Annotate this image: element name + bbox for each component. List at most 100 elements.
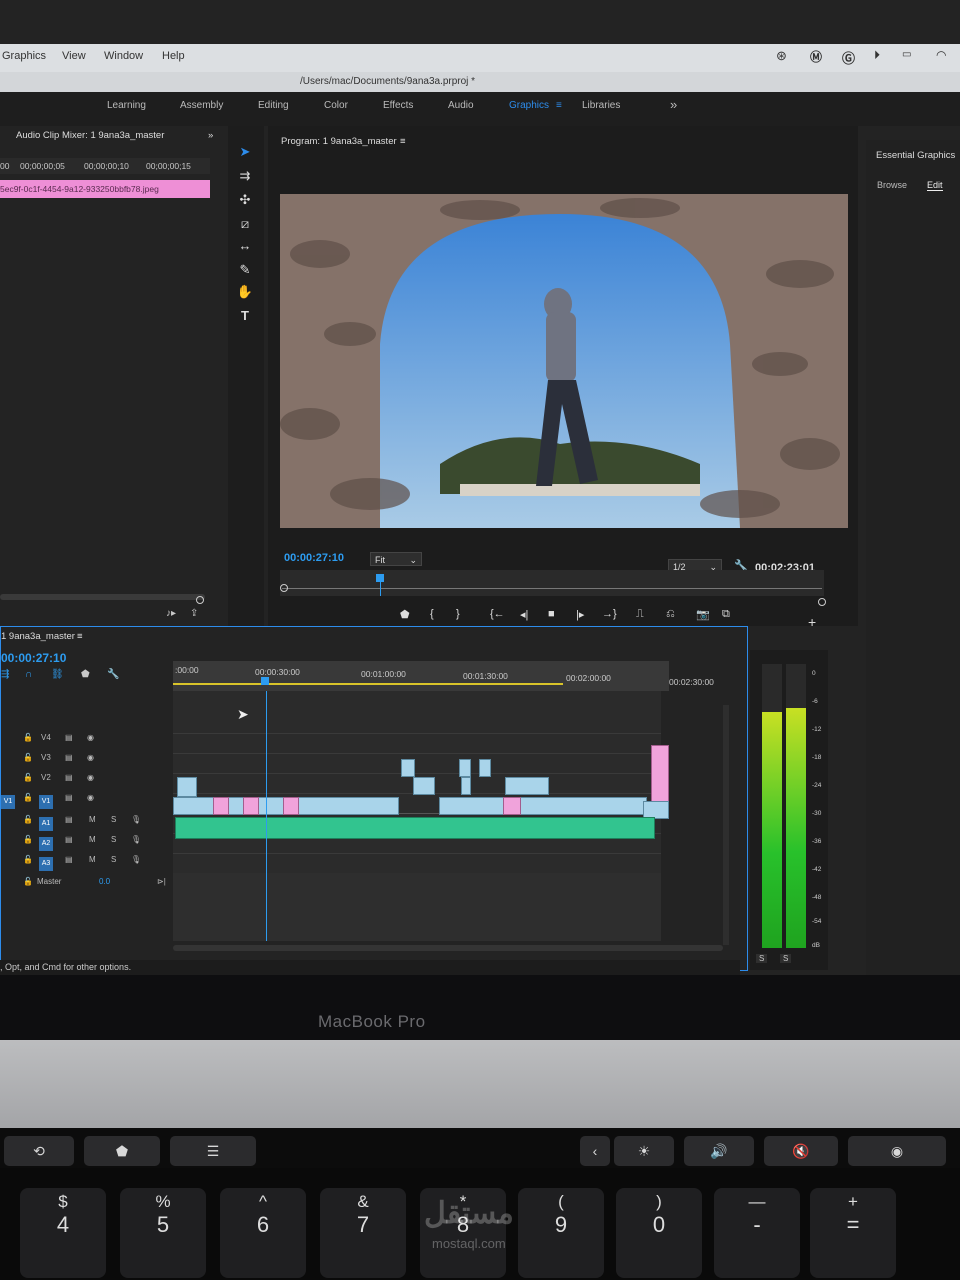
add-marker-icon[interactable]: ⬟ (400, 608, 410, 621)
sync-lock-icon[interactable]: ▤ (65, 733, 73, 742)
solo-left-button[interactable]: S (756, 954, 768, 963)
key-0[interactable]: ) 0 (616, 1188, 702, 1278)
sync-lock-icon[interactable]: ▤ (65, 773, 73, 782)
track-area[interactable] (173, 691, 669, 941)
current-timecode[interactable]: 00:00:27:10 (284, 552, 344, 564)
slip-tool-icon[interactable]: ↔ (234, 238, 256, 256)
lock-icon[interactable]: 🔓 (23, 815, 33, 824)
menu-graphics[interactable]: Graphics (2, 50, 46, 62)
lift-icon[interactable]: ⎍ (636, 608, 644, 621)
clip-v3[interactable] (459, 759, 471, 777)
wifi-icon[interactable]: ◠ (936, 48, 946, 62)
clip-v1[interactable] (439, 797, 647, 815)
track-select-tool-icon[interactable]: ⇉ (234, 168, 256, 186)
snap-icon[interactable]: ∩ (25, 669, 32, 680)
pen-tool-icon[interactable]: ✎ (234, 262, 256, 280)
lock-icon[interactable]: 🔓 (23, 793, 33, 802)
key-6[interactable]: ^ 6 (220, 1188, 306, 1278)
touchbar-key[interactable]: ⬟ (84, 1136, 160, 1166)
go-to-end-icon[interactable]: ⊳| (157, 877, 166, 886)
linked-selection-icon[interactable]: ⛓ (51, 669, 64, 680)
playhead-icon[interactable] (376, 574, 384, 582)
scroll-handle-icon[interactable] (196, 596, 204, 604)
track-target-a3[interactable]: A3 (39, 857, 53, 871)
lock-icon[interactable]: 🔓 (23, 877, 33, 886)
menu-window[interactable]: Window (104, 50, 143, 62)
track-target-a1[interactable]: A1 (39, 817, 53, 831)
source-patch-v1[interactable]: V1 (1, 795, 15, 809)
mixer-clip[interactable]: 5ec9f-0c1f-4454-9a12-933250bbfb78.jpeg (0, 180, 210, 198)
menu-help[interactable]: Help (162, 50, 185, 62)
touchbar-key[interactable]: 🔇 (764, 1136, 838, 1166)
master-volume-value[interactable]: 0.0 (99, 877, 110, 886)
solo-icon[interactable]: S (111, 815, 116, 824)
timeline-vertical-scrollbar[interactable] (723, 705, 729, 945)
audio-out-icon[interactable]: ♪▸ (166, 608, 176, 619)
sync-lock-icon[interactable]: ▤ (65, 835, 73, 844)
timeline-settings-icon[interactable]: 🔧 (107, 669, 119, 680)
program-monitor-title[interactable]: Program: 1 9ana3a_master (281, 136, 397, 147)
ripple-edit-tool-icon[interactable]: ✣ (234, 192, 256, 210)
step-back-icon[interactable]: ◂| (520, 608, 528, 621)
extract-icon[interactable]: ⎌ (666, 608, 675, 621)
workspace-color[interactable]: Color (324, 100, 348, 111)
mic-icon[interactable]: 🎙 (131, 815, 141, 824)
mixer-scrollbar[interactable] (0, 594, 205, 600)
tab-edit[interactable]: Edit (927, 180, 943, 191)
nest-toggle-icon[interactable]: ⇶ (1, 669, 9, 680)
creative-cloud-icon[interactable]: ⊛ (776, 48, 787, 64)
add-button-icon[interactable]: + (808, 614, 816, 630)
key-5[interactable]: % 5 (120, 1188, 206, 1278)
clip-v1-graphic[interactable] (213, 797, 229, 815)
menu-view[interactable]: View (62, 50, 86, 62)
go-to-out-icon[interactable]: →} (602, 608, 617, 620)
key-minus[interactable]: — - (714, 1188, 800, 1278)
workspace-graphics[interactable]: Graphics (509, 100, 549, 111)
mute-icon[interactable]: M (89, 815, 96, 824)
workspace-learning[interactable]: Learning (107, 100, 146, 111)
mute-icon[interactable]: M (89, 855, 96, 864)
export-frame-icon[interactable]: 📷 (696, 608, 710, 621)
workspace-effects[interactable]: Effects (383, 100, 413, 111)
stop-icon[interactable]: ■ (548, 608, 555, 620)
workspace-assembly[interactable]: Assembly (180, 100, 223, 111)
track-target-v1[interactable]: V1 (39, 795, 53, 809)
solo-right-button[interactable]: S (780, 954, 792, 963)
add-marker-icon[interactable]: ⬟ (81, 669, 90, 680)
solo-icon[interactable]: S (111, 835, 116, 844)
workspace-menu-icon[interactable]: ≡ (556, 100, 562, 111)
eye-icon[interactable]: ◉ (87, 773, 94, 782)
sync-lock-icon[interactable]: ▤ (65, 855, 73, 864)
clip-v3[interactable] (479, 759, 491, 777)
key-equals[interactable]: + = (810, 1188, 896, 1278)
mute-icon[interactable]: M (89, 835, 96, 844)
workspace-audio[interactable]: Audio (448, 100, 474, 111)
scroll-handle-icon[interactable] (818, 598, 826, 606)
razor-tool-icon[interactable]: ⧄ (234, 216, 256, 234)
zoom-select[interactable]: Fit ⌄ (370, 552, 422, 566)
lock-icon[interactable]: 🔓 (23, 835, 33, 844)
mic-icon[interactable]: 🎙 (131, 855, 141, 864)
battery-icon[interactable]: ▭ (902, 49, 911, 60)
touchbar-key[interactable]: 🔊 (684, 1136, 754, 1166)
timeline-timecode[interactable]: 00:00:27:10 (1, 651, 66, 665)
track-target-a2[interactable]: A2 (39, 837, 53, 851)
program-video-frame[interactable] (280, 194, 848, 528)
sync-lock-icon[interactable]: ▤ (65, 815, 73, 824)
m-status-icon[interactable]: Ⓜ (810, 48, 822, 65)
mic-icon[interactable]: 🎙 (131, 835, 141, 844)
lock-icon[interactable]: 🔓 (23, 855, 33, 864)
clip-v2[interactable] (461, 777, 471, 795)
key-9[interactable]: (9 (518, 1188, 604, 1278)
clip-v1-graphic[interactable] (243, 797, 259, 815)
panel-more-icon[interactable]: » (208, 130, 213, 141)
sync-lock-icon[interactable]: ▤ (65, 753, 73, 762)
workspace-more-icon[interactable]: » (670, 97, 677, 112)
export-icon[interactable]: ⇪ (190, 608, 198, 619)
selection-tool-icon[interactable]: ➤ (234, 144, 256, 162)
mark-in-icon[interactable]: { (430, 608, 434, 620)
clip-v2[interactable] (177, 777, 197, 797)
timeline-playhead-icon[interactable] (261, 677, 269, 685)
clip-v3[interactable] (401, 759, 415, 777)
eye-icon[interactable]: ◉ (87, 753, 94, 762)
